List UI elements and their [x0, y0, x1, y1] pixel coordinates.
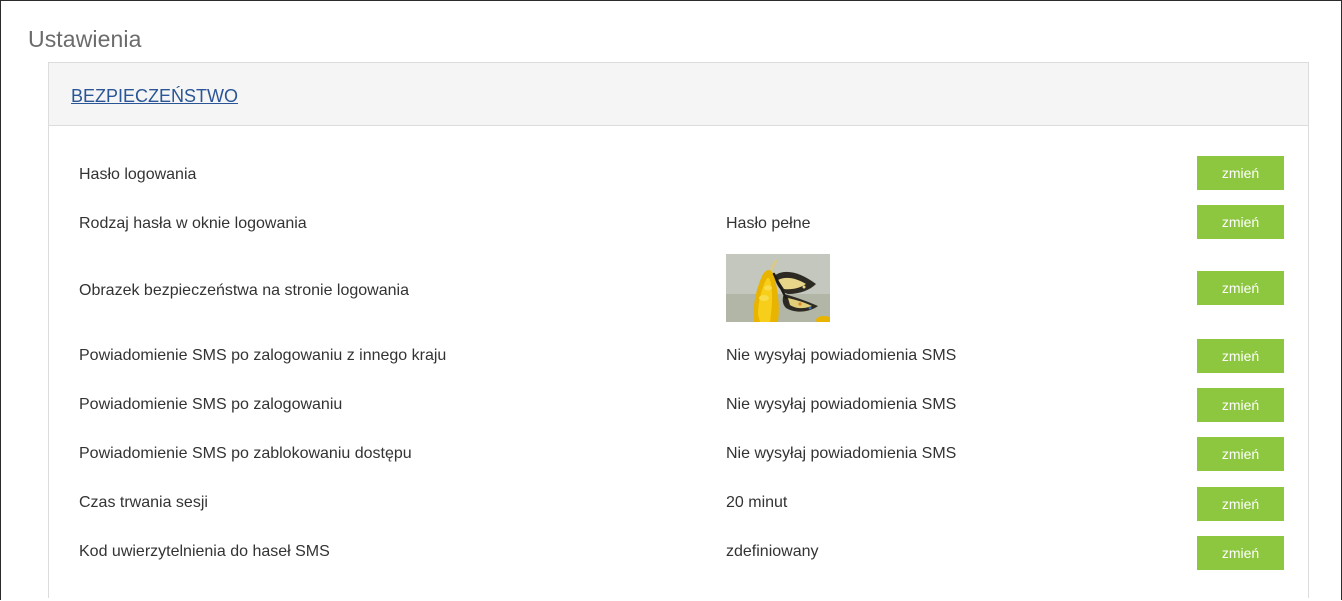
- security-panel: BEZPIECZEŃSTWO Hasło logowania zmień Rod…: [48, 62, 1309, 598]
- row-label: Czas trwania sesji: [79, 494, 208, 511]
- change-button[interactable]: zmień: [1197, 271, 1284, 305]
- change-button[interactable]: zmień: [1197, 205, 1284, 239]
- page-title: Ustawienia: [28, 26, 142, 52]
- row-label: Rodzaj hasła w oknie logowania: [79, 215, 307, 232]
- row-label: Hasło logowania: [79, 166, 197, 183]
- row-label: Powiadomienie SMS po zablokowaniu dostęp…: [79, 445, 412, 462]
- row-label: Powiadomienie SMS po zalogowaniu: [79, 396, 343, 413]
- row-value: zdefiniowany: [726, 543, 819, 560]
- row-value: Nie wysyłaj powiadomienia SMS: [726, 396, 957, 413]
- row-value: Hasło pełne: [726, 215, 811, 232]
- section-title-link[interactable]: BEZPIECZEŃSTWO: [71, 86, 238, 107]
- row-value: 20 minut: [726, 494, 788, 511]
- row-label: Obrazek bezpieczeństwa na stronie logowa…: [79, 282, 409, 299]
- change-button[interactable]: zmień: [1197, 156, 1284, 190]
- row-label: Kod uwierzytelnienia do haseł SMS: [79, 543, 330, 560]
- change-button[interactable]: zmień: [1197, 437, 1284, 471]
- change-button[interactable]: zmień: [1197, 339, 1284, 373]
- row-value: Nie wysyłaj powiadomienia SMS: [726, 347, 957, 364]
- row-value: Nie wysyłaj powiadomienia SMS: [726, 445, 957, 462]
- change-button[interactable]: zmień: [1197, 487, 1284, 521]
- change-button[interactable]: zmień: [1197, 536, 1284, 570]
- security-image: [726, 254, 830, 322]
- panel-header: BEZPIECZEŃSTWO: [49, 63, 1308, 126]
- change-button[interactable]: zmień: [1197, 388, 1284, 422]
- butterfly-flower-image: [726, 254, 830, 322]
- row-label: Powiadomienie SMS po zalogowaniu z inneg…: [79, 347, 447, 364]
